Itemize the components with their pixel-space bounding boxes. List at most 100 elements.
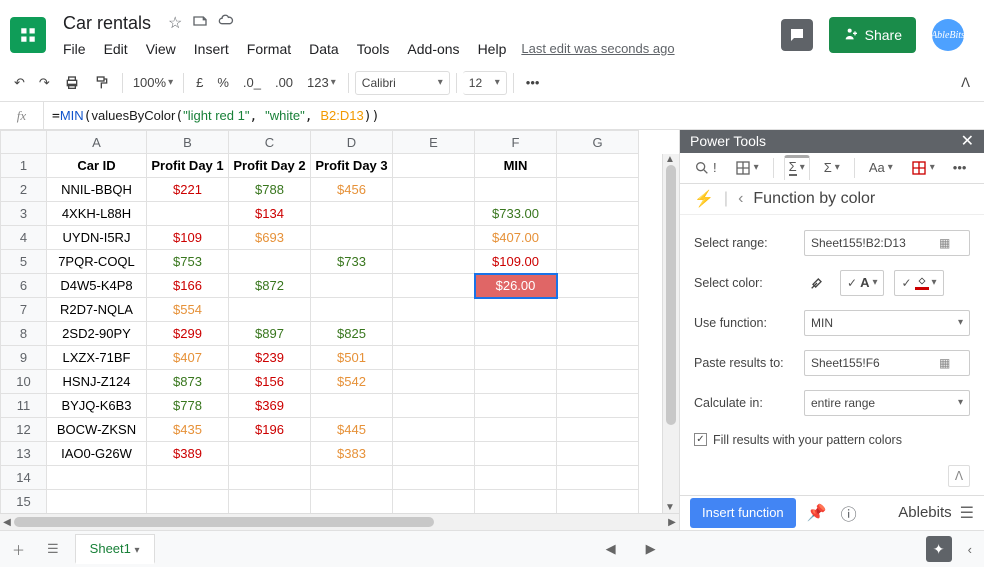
cell[interactable] xyxy=(393,322,475,346)
col-header[interactable]: C xyxy=(229,131,311,154)
col-header[interactable]: G xyxy=(557,131,639,154)
number-format-button[interactable]: 123▾ xyxy=(301,71,342,94)
cell[interactable] xyxy=(475,346,557,370)
col-header[interactable]: F xyxy=(475,131,557,154)
row-header[interactable]: 10 xyxy=(1,370,47,394)
row-header[interactable]: 8 xyxy=(1,322,47,346)
cell[interactable]: $221 xyxy=(147,178,229,202)
eyedropper-icon[interactable] xyxy=(804,270,830,296)
cell[interactable] xyxy=(475,394,557,418)
cell[interactable]: $407 xyxy=(147,346,229,370)
pt-tab-grid[interactable]: ▾ xyxy=(731,156,763,180)
cell[interactable]: $36 xyxy=(229,250,311,274)
collapse-toolbar-button[interactable]: ᐱ xyxy=(955,71,976,95)
row-header[interactable]: 12 xyxy=(1,418,47,442)
decimal-increase-button[interactable]: .00 xyxy=(269,71,299,94)
cell[interactable]: $109 xyxy=(147,226,229,250)
cell[interactable]: $992 xyxy=(147,202,229,226)
cell[interactable]: $239 xyxy=(229,346,311,370)
font-size-select[interactable]: 12▾ xyxy=(463,71,507,95)
cell[interactable]: $872 xyxy=(229,274,311,298)
cell[interactable]: BYJQ-K6B3 xyxy=(47,394,147,418)
row-header[interactable]: 11 xyxy=(1,394,47,418)
header-cell[interactable]: Profit Day 3 xyxy=(311,154,393,178)
cell[interactable]: $825 xyxy=(311,322,393,346)
row-header[interactable]: 2 xyxy=(1,178,47,202)
pt-tab-sigma[interactable]: Σ▾ xyxy=(784,155,810,180)
decimal-decrease-button[interactable]: .0_ xyxy=(237,71,267,94)
pt-tab-find[interactable]: ! xyxy=(690,156,721,180)
paste-to-input[interactable]: Sheet155!F6▦ xyxy=(804,350,970,376)
tab-nav-right[interactable]: ▶ xyxy=(636,535,666,563)
cell[interactable]: $993 xyxy=(311,202,393,226)
cell[interactable]: $542 xyxy=(311,370,393,394)
close-icon[interactable]: ✕ xyxy=(961,131,974,151)
row-header[interactable]: 5 xyxy=(1,250,47,274)
select-range-input[interactable]: Sheet155!B2:D13▦ xyxy=(804,230,970,256)
cell[interactable]: $554 xyxy=(147,298,229,322)
expand-sidebar-button[interactable]: ‹ xyxy=(962,536,978,563)
cell[interactable]: $983 xyxy=(311,298,393,322)
undo-button[interactable]: ↶ xyxy=(8,71,31,95)
row-header[interactable]: 13 xyxy=(1,442,47,466)
add-sheet-button[interactable]: ＋ xyxy=(6,534,31,565)
cell[interactable] xyxy=(393,250,475,274)
cell[interactable] xyxy=(557,370,639,394)
all-sheets-button[interactable]: ☰ xyxy=(41,535,65,563)
cell[interactable]: $733 xyxy=(311,250,393,274)
explore-button[interactable]: ✦ xyxy=(926,536,952,562)
row-header[interactable]: 6 xyxy=(1,274,47,298)
cell[interactable] xyxy=(557,178,639,202)
move-icon[interactable] xyxy=(192,13,208,34)
cell[interactable]: $922.00 xyxy=(475,178,557,202)
cell[interactable]: 2SD2-90PY xyxy=(47,322,147,346)
row-header[interactable]: 4 xyxy=(1,226,47,250)
menu-data[interactable]: Data xyxy=(302,38,346,60)
fill-pattern-checkbox[interactable]: ✓ xyxy=(694,433,707,446)
row-header[interactable]: 15 xyxy=(1,490,47,514)
calc-in-select[interactable]: entire range▾ xyxy=(804,390,970,416)
last-edit-link[interactable]: Last edit was seconds ago xyxy=(521,41,674,56)
cell[interactable] xyxy=(475,322,557,346)
vertical-scrollbar[interactable]: ▲ ▼ xyxy=(662,154,679,513)
cell[interactable]: $693 xyxy=(229,226,311,250)
header-cell[interactable]: Car ID xyxy=(47,154,147,178)
cell[interactable]: $166 xyxy=(147,274,229,298)
collapse-icon[interactable]: ᐱ xyxy=(948,465,970,487)
cell[interactable]: $873 xyxy=(147,370,229,394)
cell[interactable]: $369 xyxy=(229,394,311,418)
cell[interactable] xyxy=(393,178,475,202)
cell[interactable] xyxy=(557,394,639,418)
toolbar-more-button[interactable]: ••• xyxy=(520,71,546,94)
sheet-tab[interactable]: Sheet1 ▾ xyxy=(75,534,155,564)
cell[interactable] xyxy=(557,418,639,442)
cell[interactable]: $299 xyxy=(147,322,229,346)
print-button[interactable] xyxy=(58,71,86,95)
header-cell[interactable] xyxy=(393,154,475,178)
header-cell[interactable]: Profit Day 2 xyxy=(229,154,311,178)
cell[interactable]: $733.00 xyxy=(475,202,557,226)
cell[interactable]: $788 xyxy=(229,178,311,202)
grid-picker-icon[interactable]: ▦ xyxy=(939,236,963,250)
header-cell[interactable] xyxy=(557,154,639,178)
cell[interactable] xyxy=(147,490,229,514)
app-logo[interactable] xyxy=(8,15,48,55)
cell[interactable]: $435 xyxy=(147,418,229,442)
menu-edit[interactable]: Edit xyxy=(97,38,135,60)
pin-icon[interactable]: 📌 xyxy=(806,503,828,523)
cell[interactable]: $26 xyxy=(311,394,393,418)
help-icon[interactable]: ⓘ xyxy=(838,501,860,525)
pt-tab-more[interactable]: ••• xyxy=(949,156,971,179)
cell[interactable] xyxy=(557,322,639,346)
cell[interactable] xyxy=(229,466,311,490)
fill-color-toggle[interactable]: ✓▾ xyxy=(894,270,943,296)
cell[interactable]: IAO0-G26W xyxy=(47,442,147,466)
cell[interactable] xyxy=(393,418,475,442)
tab-nav-left[interactable]: ◀ xyxy=(596,535,626,563)
cell[interactable] xyxy=(557,274,639,298)
font-color-toggle[interactable]: ✓A▾ xyxy=(840,270,884,296)
cell[interactable]: $922 xyxy=(311,274,393,298)
cell[interactable] xyxy=(475,490,557,514)
cell[interactable]: $196 xyxy=(229,418,311,442)
font-select[interactable]: Calibri▾ xyxy=(355,71,450,95)
